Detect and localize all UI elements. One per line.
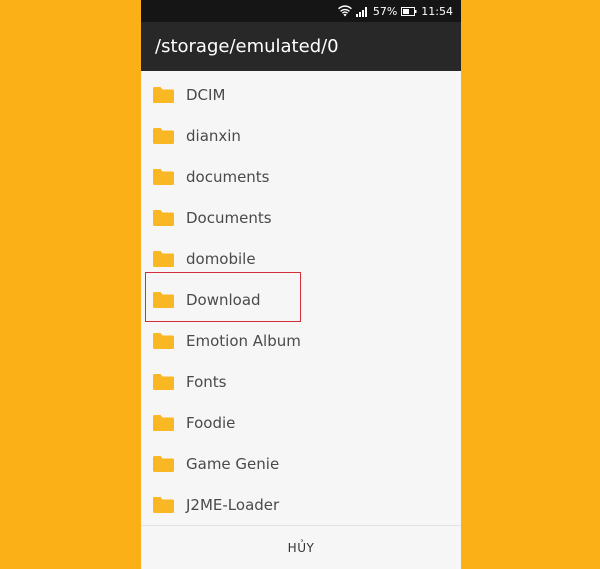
folder-icon xyxy=(152,373,186,391)
folder-icon xyxy=(152,332,186,350)
folder-label: Fonts xyxy=(186,372,227,391)
folder-icon xyxy=(152,291,186,309)
folder-label: Emotion Album xyxy=(186,331,301,350)
folder-list: DCIM dianxin documents Documents domobile Dow… xyxy=(141,71,461,525)
folder-icon xyxy=(152,496,186,514)
folder-label: Game Genie xyxy=(186,454,280,473)
battery-percent: 57% xyxy=(372,4,398,18)
folder-item[interactable]: Game Genie xyxy=(141,443,461,484)
folder-item[interactable]: dianxin xyxy=(141,115,461,156)
clock: 11:54 xyxy=(421,4,453,18)
current-path: /storage/emulated/0 xyxy=(155,36,339,57)
folder-label: Download xyxy=(186,290,261,309)
battery-icon xyxy=(401,6,417,16)
folder-icon xyxy=(152,168,186,186)
folder-item[interactable]: Documents xyxy=(141,197,461,238)
folder-item[interactable]: J2ME-Loader xyxy=(141,484,461,525)
folder-label: J2ME-Loader xyxy=(186,495,280,514)
folder-label: domobile xyxy=(186,249,256,268)
folder-item[interactable]: DCIM xyxy=(141,74,461,115)
folder-label: documents xyxy=(186,167,270,186)
signal-icon xyxy=(355,6,369,17)
folder-item[interactable]: Fonts xyxy=(141,361,461,402)
folder-icon xyxy=(152,86,186,104)
folder-icon xyxy=(152,250,186,268)
folder-icon xyxy=(152,414,186,432)
phone-screen: 57% 11:54 /storage/emulated/0 DCIM dianxi… xyxy=(141,0,461,569)
folder-item[interactable]: documents xyxy=(141,156,461,197)
folder-label: Documents xyxy=(186,208,272,227)
folder-icon xyxy=(152,455,186,473)
folder-item[interactable]: Emotion Album xyxy=(141,320,461,361)
folder-icon xyxy=(152,209,186,227)
folder-item[interactable]: Foodie xyxy=(141,402,461,443)
folder-item[interactable]: domobile xyxy=(141,238,461,279)
folder-label: Foodie xyxy=(186,413,236,432)
dialog-footer: HỦY xyxy=(141,525,461,569)
wifi-icon xyxy=(337,5,352,17)
folder-label: dianxin xyxy=(186,126,241,145)
app-bar: /storage/emulated/0 xyxy=(141,22,461,71)
status-bar: 57% 11:54 xyxy=(141,0,461,22)
folder-item[interactable]: Download xyxy=(141,279,461,320)
folder-icon xyxy=(152,127,186,145)
cancel-button[interactable]: HỦY xyxy=(274,535,329,561)
folder-label: DCIM xyxy=(186,85,226,104)
